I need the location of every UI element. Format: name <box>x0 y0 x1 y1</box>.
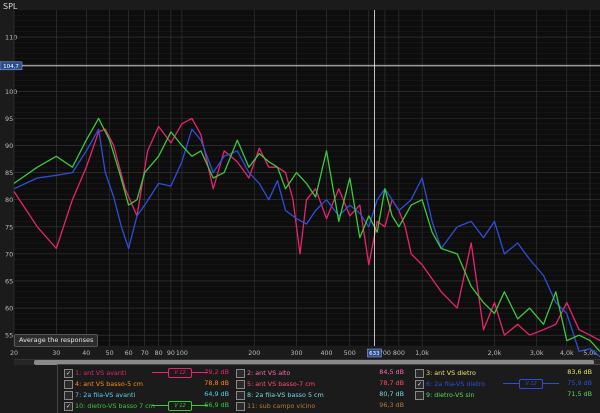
x-tick-label: 50 <box>106 350 114 357</box>
y-tick-label: 90 <box>5 142 13 150</box>
x-tick-label: 400 <box>321 350 333 357</box>
legend-value: 75,9 dB <box>567 379 592 387</box>
legend-checkbox[interactable] <box>64 380 73 389</box>
x-tick-label: 60 <box>125 350 133 357</box>
legend-value: 78,7 dB <box>379 379 404 387</box>
legend-value: 78,8 dB <box>204 379 229 387</box>
legend-value: 96,3 dB <box>379 401 404 409</box>
y-tick-label: 80 <box>5 196 13 204</box>
legend-checkbox[interactable] <box>236 369 245 378</box>
legend-label: 4: ant VS basso-5 cm <box>75 380 144 388</box>
legend-checkbox[interactable] <box>236 380 245 389</box>
legend-value: 83,6 dB <box>567 368 592 376</box>
x-tick-label: 500 <box>344 350 356 357</box>
legend-checkbox[interactable] <box>236 391 245 400</box>
legend-checkbox[interactable]: ✓ <box>415 380 424 389</box>
x-tick-label: 70 <box>141 350 149 357</box>
legend-checkbox[interactable]: ✓ <box>64 369 73 378</box>
cursor-x-readout: 633 <box>369 351 380 357</box>
x-tick-label: 200 <box>248 350 260 357</box>
legend-label: 9: dietro-VS sin <box>426 391 475 399</box>
x-tick-label: 800 <box>393 350 405 357</box>
legend-marker[interactable]: V 12 <box>168 368 192 378</box>
x-tick-label: 1,0k <box>415 350 429 357</box>
legend-checkbox[interactable]: ✓ <box>64 402 73 411</box>
legend-label: 7: 2a fila-VS avanti <box>75 391 136 399</box>
legend-value: 66,9 dB <box>204 401 229 409</box>
y-tick-label: 55 <box>5 332 13 340</box>
y-tick-label: 110 <box>5 34 17 42</box>
y-tick-label: 60 <box>5 305 13 313</box>
y-tick-label: 85 <box>5 169 13 177</box>
x-tick-label: 20 <box>10 350 18 357</box>
y-tick-label: 65 <box>5 277 13 285</box>
legend-value: 79,2 dB <box>204 368 229 376</box>
x-tick-label: 300 <box>291 350 303 357</box>
legend-checkbox[interactable] <box>64 391 73 400</box>
y-tick-label: 75 <box>5 223 13 231</box>
legend-checkbox[interactable] <box>236 402 245 411</box>
x-tick-label: 100 <box>176 350 188 357</box>
legend-label: 6: 2a fila-VS dietro <box>426 380 486 388</box>
legend-marker[interactable]: V 12 <box>168 401 192 411</box>
y-tick-label: 70 <box>5 250 13 258</box>
x-tick-label: 30 <box>52 350 60 357</box>
legend-checkbox[interactable] <box>415 391 424 400</box>
legend-label: 3: ant VS dietro <box>426 369 476 377</box>
x-tick-label: 40 <box>82 350 90 357</box>
average-responses-button[interactable]: Average the responses <box>14 334 99 347</box>
legend-value: 84,5 dB <box>379 368 404 376</box>
x-tick-label: 80 <box>155 350 163 357</box>
cursor-y-readout: 104,7 <box>3 64 19 70</box>
spl-plot[interactable]: 5560657075808590951001051102030405060708… <box>0 0 600 358</box>
legend-label: 1: ant VS avanti <box>75 369 127 377</box>
legend-label: 11: sub campo vicino <box>247 402 316 410</box>
legend-label: 10: dietro-VS basso 7 cm <box>75 402 155 410</box>
x-tick-label: 2,0k <box>488 350 502 357</box>
x-tick-label: 3,0k <box>530 350 544 357</box>
x-tick-label: 90 <box>167 350 175 357</box>
legend-label: 8: 2a fila-VS basso 5 cm <box>247 391 324 399</box>
legend-label: 2: ant VS alto <box>247 369 291 377</box>
legend-checkbox[interactable] <box>415 369 424 378</box>
legend-value: 64,9 dB <box>204 390 229 398</box>
y-tick-label: 95 <box>5 115 13 123</box>
y-tick-label: 100 <box>5 88 17 96</box>
legend-value: 80,7 dB <box>379 390 404 398</box>
legend-label: 5: ant VS basso-7 cm <box>247 380 316 388</box>
legend-panel: ✓ 1: ant VS avanti V 12 79,2 dB 2: ant VS al… <box>57 364 600 413</box>
legend-marker[interactable]: V 12 <box>519 379 543 389</box>
legend-value: 71,5 dB <box>567 390 592 398</box>
x-tick-label: 4,0k <box>560 350 574 357</box>
